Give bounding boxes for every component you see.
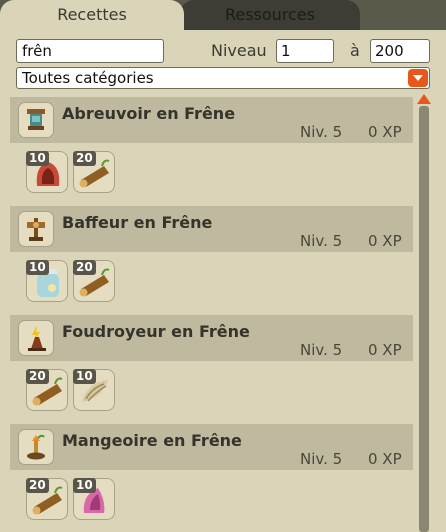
max-level-input[interactable] bbox=[370, 39, 430, 63]
recipe-item[interactable]: Baffeur en Frêne Niv. 5 0 XP 10 20 bbox=[10, 203, 413, 312]
ingredient-slot[interactable]: 10 bbox=[26, 151, 68, 193]
category-select[interactable]: Toutes catégories bbox=[16, 67, 430, 89]
ingredient-slot[interactable]: 10 bbox=[73, 478, 115, 520]
ingredient-slot[interactable]: 20 bbox=[26, 478, 68, 520]
ingredient-slot[interactable]: 20 bbox=[26, 369, 68, 411]
ingredient-quantity: 20 bbox=[73, 151, 96, 166]
ingredient-slot[interactable]: 10 bbox=[26, 260, 68, 302]
recipe-level: Niv. 5 bbox=[300, 123, 343, 141]
ingredient-slot[interactable]: 10 bbox=[73, 369, 115, 411]
recipe-level: Niv. 5 bbox=[300, 341, 343, 359]
niveau-label: Niveau bbox=[211, 41, 267, 60]
recipe-header[interactable]: Abreuvoir en Frêne Niv. 5 0 XP bbox=[10, 97, 413, 143]
ingredient-slot[interactable]: 20 bbox=[73, 151, 115, 193]
recipe-name: Mangeoire en Frêne bbox=[62, 431, 242, 450]
tab-bar: Ressources Recettes bbox=[0, 0, 446, 32]
slapper-icon bbox=[18, 211, 54, 247]
chevron-down-icon[interactable] bbox=[408, 69, 428, 87]
recipe-xp: 0 XP bbox=[368, 450, 402, 468]
category-select-value: Toutes catégories bbox=[22, 69, 154, 87]
ingredient-quantity: 10 bbox=[73, 478, 96, 493]
ingredient-quantity: 20 bbox=[26, 369, 49, 384]
recipe-level: Niv. 5 bbox=[300, 450, 343, 468]
ingredient-quantity: 10 bbox=[73, 369, 96, 384]
recipe-xp: 0 XP bbox=[368, 341, 402, 359]
recipe-name: Foudroyeur en Frêne bbox=[62, 322, 250, 341]
range-separator: à bbox=[350, 41, 360, 60]
recipe-list: Abreuvoir en Frêne Niv. 5 0 XP 10 20 Baf… bbox=[10, 94, 413, 532]
feeder-icon bbox=[18, 429, 54, 465]
recipe-item[interactable]: Abreuvoir en Frêne Niv. 5 0 XP 10 20 bbox=[10, 94, 413, 203]
filter-bar: Niveau à Toutes catégories bbox=[0, 30, 446, 94]
ingredient-quantity: 20 bbox=[73, 260, 96, 275]
recipe-header[interactable]: Baffeur en Frêne Niv. 5 0 XP bbox=[10, 206, 413, 252]
ingredient-slot[interactable]: 20 bbox=[73, 260, 115, 302]
recipe-xp: 0 XP bbox=[368, 232, 402, 250]
scroll-track[interactable] bbox=[419, 106, 429, 532]
tab-recettes[interactable]: Recettes bbox=[0, 0, 184, 32]
min-level-input[interactable] bbox=[276, 39, 334, 63]
trough-icon bbox=[18, 102, 54, 138]
recipe-item[interactable]: Mangeoire en Frêne Niv. 5 0 XP 20 10 bbox=[10, 421, 413, 530]
recipe-item[interactable]: Foudroyeur en Frêne Niv. 5 0 XP 20 10 bbox=[10, 312, 413, 421]
recipe-header[interactable]: Mangeoire en Frêne Niv. 5 0 XP bbox=[10, 424, 413, 470]
recipe-level: Niv. 5 bbox=[300, 232, 343, 250]
recipe-name: Abreuvoir en Frêne bbox=[62, 104, 236, 123]
recipe-header[interactable]: Foudroyeur en Frêne Niv. 5 0 XP bbox=[10, 315, 413, 361]
recipe-name: Baffeur en Frêne bbox=[62, 213, 213, 232]
ingredient-quantity: 10 bbox=[26, 260, 49, 275]
lightning-totem-icon bbox=[18, 320, 54, 356]
tab-ressources[interactable]: Ressources bbox=[180, 0, 360, 32]
scrollbar[interactable] bbox=[417, 94, 431, 532]
search-input[interactable] bbox=[16, 39, 164, 63]
recipes-panel: Niveau à Toutes catégories Abreuvoir e bbox=[0, 30, 446, 532]
scroll-up-arrow-icon[interactable] bbox=[417, 94, 431, 104]
recipe-xp: 0 XP bbox=[368, 123, 402, 141]
ingredient-quantity: 20 bbox=[26, 478, 49, 493]
ingredient-quantity: 10 bbox=[26, 151, 49, 166]
